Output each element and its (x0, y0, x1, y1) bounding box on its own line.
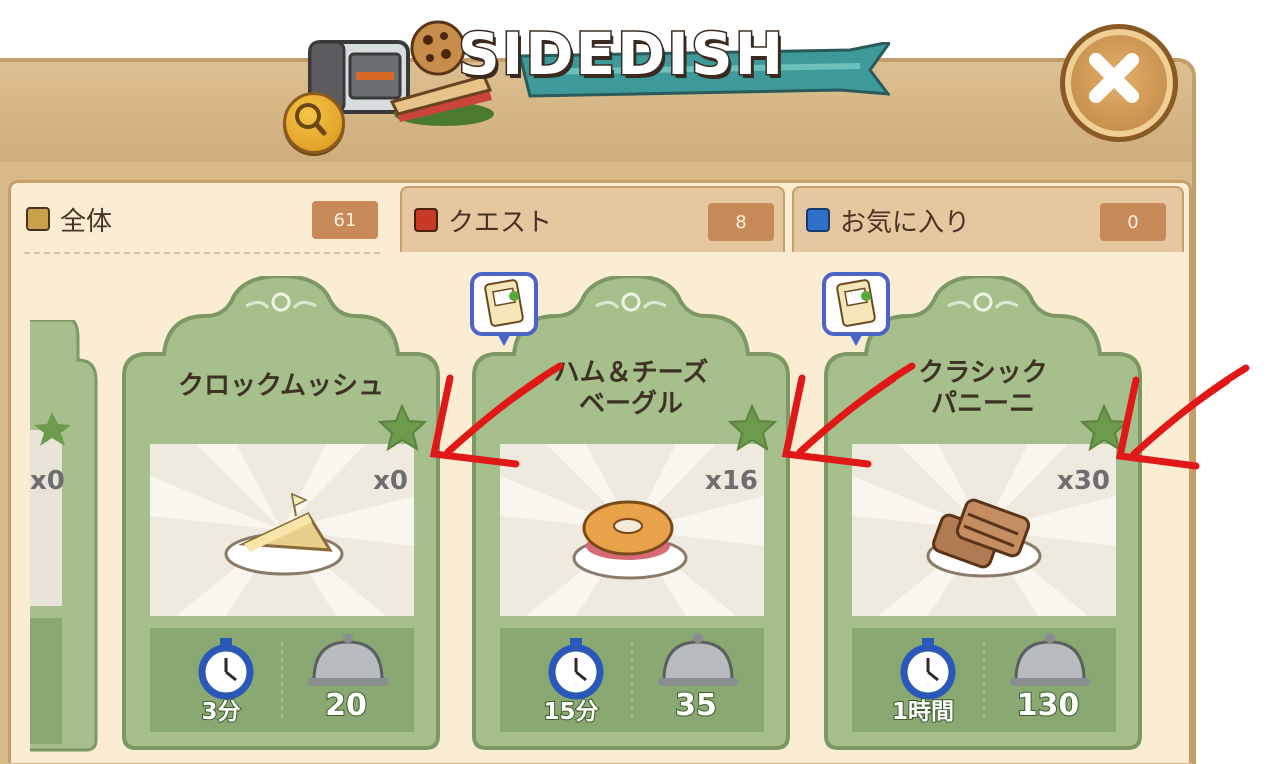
card-price: 35 (674, 687, 718, 724)
help-magnifier-icon (295, 103, 327, 136)
card-cook-time: 15分 (542, 698, 599, 726)
tab-all[interactable]: 全体 61 (12, 186, 397, 252)
card-background (824, 276, 1142, 750)
dish-card-classic-panini[interactable]: クラシック パニーニ x30 1時間 130 (818, 276, 1148, 756)
card-cook-time: 1時間 (891, 698, 955, 726)
card-quantity: x0 (30, 466, 65, 496)
close-button[interactable] (1060, 24, 1178, 142)
tab-count-badge: 8 (708, 203, 774, 241)
card-background (472, 276, 790, 750)
tab-quest[interactable]: クエスト 8 (400, 186, 785, 252)
tab-label: お気に入り (840, 207, 971, 238)
tab-underline (24, 252, 380, 254)
dish-card-ham-cheese-bagel[interactable]: ハム＆チーズ ベーグル x16 15分 35 (466, 276, 796, 756)
window-title: SIDEDISH (456, 19, 786, 90)
tab-label: クエスト (448, 207, 553, 238)
card-quantity: x0 (373, 466, 408, 496)
card-price: 20 (324, 687, 368, 724)
red-arrow-annotation (1115, 364, 1250, 470)
recipe-card-icon[interactable] (468, 270, 540, 348)
star-icon (806, 208, 830, 232)
close-x-icon (1089, 53, 1139, 103)
red-arrow-annotation (781, 362, 916, 468)
card-background (122, 276, 440, 750)
dish-card-croque-monsieur[interactable]: クロックムッシュ x0 3分 20 (116, 276, 446, 756)
tab-label: 全体 (60, 206, 113, 237)
help-button[interactable] (283, 92, 345, 154)
tab-count-badge: 61 (312, 201, 378, 239)
tab-count-badge: 0 (1100, 203, 1166, 241)
list-book-icon (26, 207, 50, 231)
card-quantity: x30 (1057, 466, 1110, 496)
card-dish-name: クロックムッシュ (178, 371, 384, 401)
tab-favorites[interactable]: お気に入り 0 (792, 186, 1184, 252)
exclamation-icon (414, 208, 438, 232)
recipe-card-icon[interactable] (820, 270, 892, 348)
card-cook-time: 3分 (200, 698, 241, 726)
card-background (30, 320, 98, 752)
red-arrow-annotation (429, 362, 564, 468)
card-quantity: x16 (705, 466, 758, 496)
dish-card-partial[interactable]: x0 (30, 320, 100, 756)
card-price: 130 (1016, 687, 1081, 724)
